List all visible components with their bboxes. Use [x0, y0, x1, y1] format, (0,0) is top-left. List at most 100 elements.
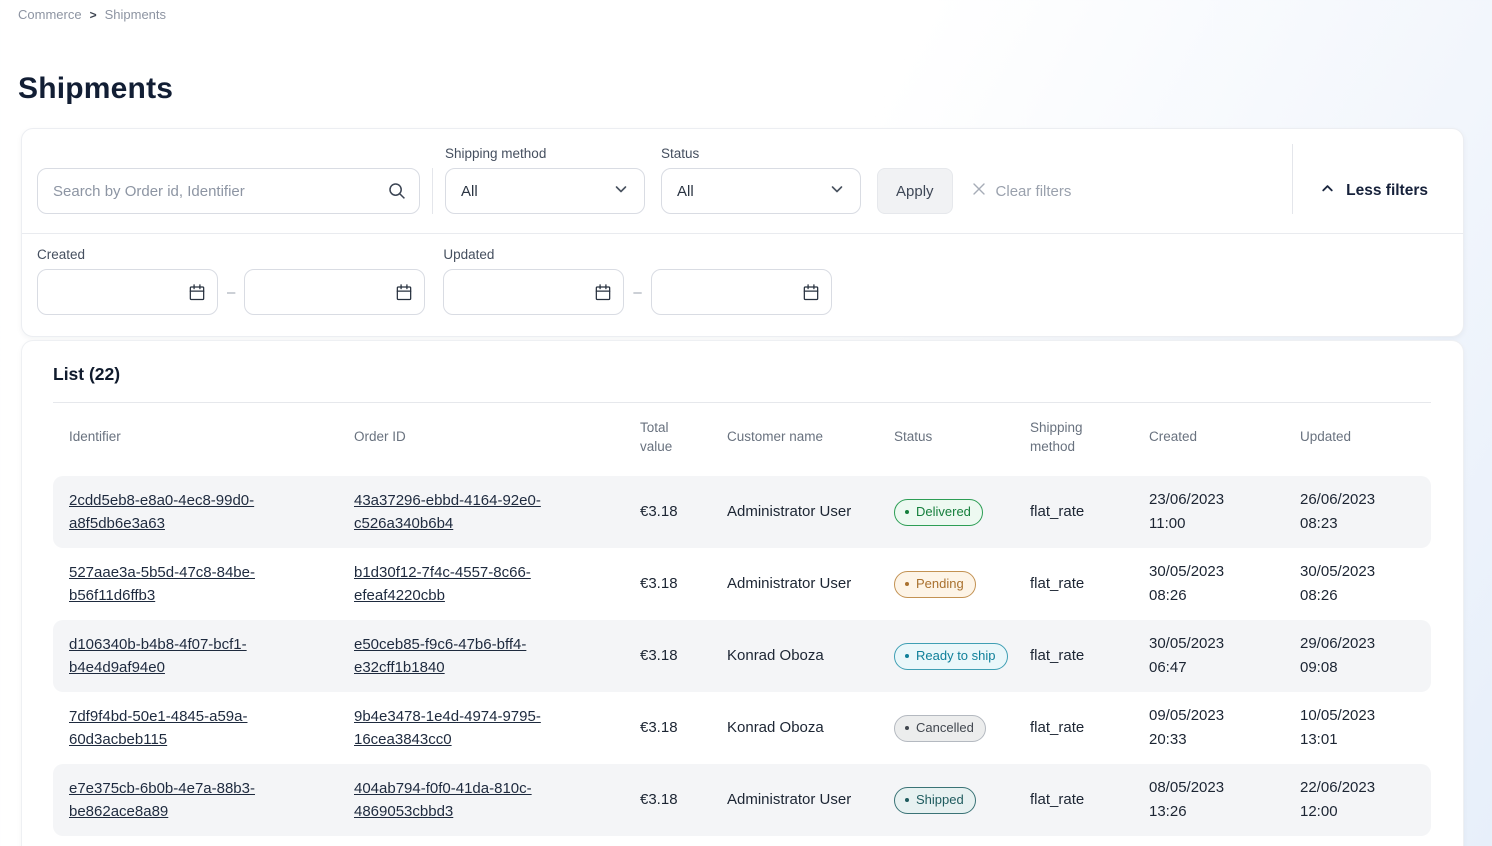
less-filters-button[interactable]: Less filters [1319, 168, 1428, 214]
search-icon [387, 181, 407, 206]
status-dot-icon [905, 726, 909, 730]
status-badge: Shipped [894, 787, 976, 814]
total-value: €3.18 [624, 572, 711, 595]
status-label: Pending [916, 576, 964, 592]
identifier-link[interactable]: e7e375cb-6b0b-4e7a-88b3-be862ace8a89 [69, 777, 291, 824]
updated-label: Updated [443, 247, 831, 262]
table-row: 7df9f4bd-50e1-4845-a59a-60d3acbeb115 9b4… [53, 692, 1431, 764]
identifier-link[interactable]: d106340b-b4b8-4f07-bcf1-b4e4d9af94e0 [69, 633, 291, 680]
shipments-list-panel: List (22) Identifier Order ID Total valu… [21, 340, 1464, 846]
shipping-method: flat_rate [1014, 500, 1133, 523]
column-header-customer-name: Customer name [711, 428, 878, 447]
chevron-down-icon [612, 180, 630, 202]
status-badge: Pending [894, 571, 976, 598]
shipping-method-filter: Shipping method All [445, 146, 645, 214]
chevron-down-icon [828, 180, 846, 202]
shipping-method-value: All [461, 183, 478, 200]
status-select[interactable]: All [661, 168, 861, 214]
updated-cell: 30/05/202308:26 [1284, 560, 1433, 608]
column-header-status: Status [878, 428, 1014, 447]
updated-cell: 10/05/202313:01 [1284, 704, 1433, 752]
shipping-method-label: Shipping method [445, 146, 645, 161]
column-header-created: Created [1133, 428, 1284, 447]
filters-panel: Shipping method All Status All [21, 128, 1464, 337]
updated-cell: 22/06/202312:00 [1284, 776, 1433, 824]
status-label: Shipped [916, 792, 964, 808]
page-title: Shipments [18, 68, 1492, 110]
updated-cell: 29/06/202309:08 [1284, 632, 1433, 680]
total-value: €3.18 [624, 788, 711, 811]
breadcrumb-item-commerce[interactable]: Commerce [18, 7, 82, 22]
total-value: €3.18 [624, 644, 711, 667]
customer-name: Administrator User [711, 500, 878, 523]
list-title: List (22) [53, 364, 1431, 385]
table-row: e7e375cb-6b0b-4e7a-88b3-be862ace8a89 404… [53, 764, 1431, 836]
filter-divider [1292, 144, 1293, 214]
customer-name: Konrad Oboza [711, 716, 878, 739]
clear-filters-button[interactable]: Clear filters [971, 168, 1072, 214]
status-dot-icon [905, 654, 909, 658]
status-value: All [677, 183, 694, 200]
order-id-link[interactable]: b1d30f12-7f4c-4557-8c66-efeaf4220cbb [354, 561, 576, 608]
range-dash: – [633, 284, 641, 301]
less-filters-label: Less filters [1346, 182, 1428, 200]
updated-to-wrap [651, 269, 832, 315]
created-range-filter: Created – [37, 247, 425, 315]
search-input[interactable] [37, 168, 420, 214]
shipping-method: flat_rate [1014, 572, 1133, 595]
shipping-method: flat_rate [1014, 644, 1133, 667]
status-label: Ready to ship [916, 648, 996, 664]
created-cell: 30/05/202306:47 [1133, 632, 1284, 680]
table-row: 527aae3a-5b5d-47c8-84be-b56f11d6ffb3 b1d… [53, 548, 1431, 620]
status-label: Delivered [916, 504, 971, 520]
status-filter: Status All [661, 146, 861, 214]
column-header-updated: Updated [1284, 428, 1433, 447]
search-field-wrap [37, 168, 420, 214]
updated-range-filter: Updated – [443, 247, 831, 315]
status-label: Cancelled [916, 720, 974, 736]
column-header-shipping-method: Shipping method [1014, 419, 1133, 457]
created-cell: 23/06/202311:00 [1133, 488, 1284, 536]
calendar-icon [801, 282, 821, 307]
clear-filters-label: Clear filters [996, 183, 1072, 200]
close-icon [971, 181, 987, 201]
breadcrumb-item-shipments[interactable]: Shipments [105, 7, 166, 22]
customer-name: Administrator User [711, 572, 878, 595]
order-id-link[interactable]: 43a37296-ebbd-4164-92e0-c526a340b6b4 [354, 489, 576, 536]
order-id-link[interactable]: 404ab794-f0f0-41da-810c-4869053cbbd3 [354, 777, 576, 824]
order-id-link[interactable]: e50ceb85-f9c6-47b6-bff4-e32cff1b1840 [354, 633, 576, 680]
table-row: d106340b-b4b8-4f07-bcf1-b4e4d9af94e0 e50… [53, 620, 1431, 692]
order-id-link[interactable]: 9b4e3478-1e4d-4974-9795-16cea3843cc0 [354, 705, 576, 752]
calendar-icon [187, 282, 207, 307]
created-cell: 09/05/202320:33 [1133, 704, 1284, 752]
identifier-link[interactable]: 2cdd5eb8-e8a0-4ec8-99d0-a8f5db6e3a63 [69, 489, 291, 536]
status-dot-icon [905, 582, 909, 586]
created-label: Created [37, 247, 425, 262]
created-to-wrap [244, 269, 425, 315]
updated-from-wrap [443, 269, 624, 315]
identifier-link[interactable]: 7df9f4bd-50e1-4845-a59a-60d3acbeb115 [69, 705, 291, 752]
status-badge: Delivered [894, 499, 983, 526]
breadcrumb: Commerce > Shipments [0, 0, 1492, 22]
table-row: 2cdd5eb8-e8a0-4ec8-99d0-a8f5db6e3a63 43a… [53, 476, 1431, 548]
calendar-icon [593, 282, 613, 307]
shipping-method: flat_rate [1014, 716, 1133, 739]
column-header-identifier: Identifier [53, 428, 338, 447]
created-cell: 08/05/202313:26 [1133, 776, 1284, 824]
apply-button[interactable]: Apply [877, 168, 953, 214]
status-label: Status [661, 146, 861, 161]
status-badge: Cancelled [894, 715, 986, 742]
range-dash: – [227, 284, 235, 301]
updated-cell: 26/06/202308:23 [1284, 488, 1433, 536]
created-from-wrap [37, 269, 218, 315]
total-value: €3.18 [624, 500, 711, 523]
column-header-order-id: Order ID [338, 428, 624, 447]
column-header-total-value: Total value [624, 419, 711, 457]
calendar-icon [394, 282, 414, 307]
identifier-link[interactable]: 527aae3a-5b5d-47c8-84be-b56f11d6ffb3 [69, 561, 291, 608]
filter-divider [432, 168, 433, 214]
customer-name: Konrad Oboza [711, 644, 878, 667]
customer-name: Administrator User [711, 788, 878, 811]
shipping-method: flat_rate [1014, 788, 1133, 811]
shipping-method-select[interactable]: All [445, 168, 645, 214]
